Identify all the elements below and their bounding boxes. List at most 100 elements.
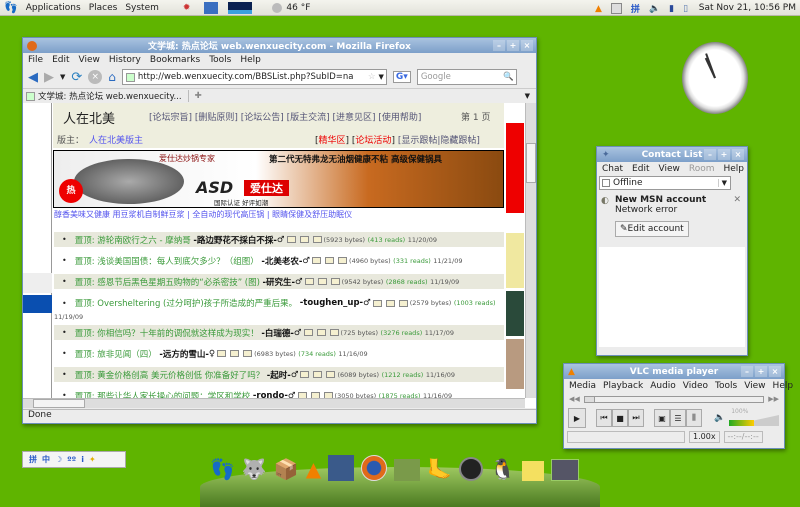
search-input[interactable]: Google 🔍 — [416, 69, 517, 85]
url-text[interactable]: http://web.wenxuecity.com/BBSList.php?Su… — [138, 72, 354, 82]
info-icon[interactable]: i — [81, 455, 84, 464]
tab-wenxuecity[interactable]: 文学城: 热点论坛 web.wenxuecity... — [26, 90, 189, 102]
maximize-button[interactable]: + — [755, 366, 767, 377]
tab-list-icon[interactable]: ▼ — [525, 92, 530, 100]
maximize-button[interactable]: + — [718, 149, 730, 160]
reload-icon[interactable]: ⟳ — [71, 70, 82, 85]
message-icon[interactable] — [299, 236, 309, 243]
ime-tray-icon[interactable]: 拼 — [631, 2, 640, 15]
vertical-scrollbar[interactable] — [525, 103, 536, 398]
user-icon[interactable] — [326, 371, 336, 378]
post-title-link[interactable]: 置顶: 你相信吗？十年前的调侃就这样成为现实！ — [75, 327, 259, 339]
close-button[interactable]: × — [732, 149, 744, 160]
ad-banner[interactable]: 热 爱仕达炒锅专家 第二代无特弗龙无油烟健康不粘 高级保健锅具 ASD 爱仕达 … — [53, 150, 504, 208]
folder-icon[interactable] — [300, 371, 310, 378]
url-dropdown-icon[interactable]: ▼ — [379, 73, 386, 81]
folder-icon[interactable] — [303, 329, 313, 336]
launcher-icon[interactable]: ✹ — [183, 3, 191, 13]
network-icon[interactable]: ▮ — [669, 4, 674, 14]
pinyin-icon[interactable]: 拼 — [29, 454, 37, 465]
selected-sidebar-item[interactable] — [23, 295, 52, 313]
slow-icon[interactable]: ◀◀ — [569, 395, 580, 403]
horizontal-scrollbar[interactable] — [23, 398, 525, 408]
menu-edit[interactable]: Edit — [52, 55, 69, 65]
minimize-button[interactable]: – — [493, 40, 505, 51]
post-author[interactable]: -北美老农- — [261, 255, 302, 267]
vlc-dock-icon[interactable]: ▲ — [306, 457, 321, 481]
play-button[interactable]: ▶ — [568, 408, 586, 428]
home-icon[interactable]: ⌂ — [108, 70, 116, 84]
new-tab-button[interactable]: ✚ — [195, 91, 202, 101]
post-author[interactable]: -白瑞德- — [261, 327, 294, 339]
previous-button[interactable]: ⏮ — [596, 409, 612, 427]
menu-view[interactable]: View — [658, 164, 679, 174]
user-icon[interactable] — [330, 278, 340, 285]
ad-links[interactable]: 醇香美味又健康 用豆浆机自制鲜豆浆 | 全自动的现代高压锅 | 眼睛保健及舒压助… — [54, 209, 352, 220]
folder-icon[interactable] — [217, 350, 227, 357]
post-author[interactable]: -研究生- — [262, 276, 295, 288]
menu-bookmarks[interactable]: Bookmarks — [150, 55, 200, 65]
menu-help[interactable]: Help — [240, 55, 261, 65]
forum-links[interactable]: [论坛宗旨] [删贴原则] [论坛公告] [版主交流] [进意见区] [使用帮助… — [149, 110, 421, 123]
url-bar[interactable]: http://web.wenxuecity.com/BBSList.php?Su… — [121, 69, 387, 85]
post-title-link[interactable]: 置顶: 旅非见闻（四） — [75, 348, 157, 360]
right-ad-column[interactable] — [505, 103, 525, 398]
menu-applications[interactable]: Applications — [26, 3, 81, 13]
moderator-link[interactable]: 人在北美版主 — [89, 133, 143, 146]
menu-video[interactable]: Video — [683, 381, 708, 391]
maximize-button[interactable]: + — [507, 40, 519, 51]
firefox-dock-icon[interactable] — [361, 455, 388, 481]
edit-account-button[interactable]: ✎Edit account — [615, 221, 689, 237]
moon-icon[interactable]: ☽ — [55, 455, 62, 464]
music-player-icon[interactable] — [459, 457, 484, 481]
volume-slider[interactable]: 100% — [729, 408, 780, 426]
user-icon[interactable] — [329, 329, 339, 336]
message-icon[interactable] — [316, 329, 326, 336]
fast-icon[interactable]: ▶▶ — [768, 395, 779, 403]
gimp-icon[interactable]: 🐺 — [242, 457, 267, 481]
notes-icon[interactable] — [204, 1, 219, 14]
close-button[interactable]: × — [521, 40, 533, 51]
back-icon[interactable]: ◀ — [28, 70, 38, 85]
user-icon[interactable] — [398, 299, 408, 307]
menu-view[interactable]: View — [79, 55, 100, 65]
menu-edit[interactable]: Edit — [632, 164, 649, 174]
forward-icon[interactable]: ▶ — [44, 70, 54, 85]
menu-tools[interactable]: Tools — [209, 55, 231, 65]
minimize-button[interactable]: – — [704, 149, 716, 160]
post-author[interactable]: -路边野花不採白不採- — [193, 234, 277, 246]
menu-media[interactable]: Media — [569, 381, 596, 391]
message-icon[interactable] — [313, 371, 323, 378]
post-author[interactable]: -toughen_up- — [300, 298, 363, 308]
featured-link[interactable]: 精华区 — [319, 136, 346, 146]
next-button[interactable]: ⏭ — [628, 409, 644, 427]
stop-button[interactable]: ■ — [612, 409, 628, 427]
message-icon[interactable] — [385, 299, 395, 307]
activity-link[interactable]: 论坛活动 — [355, 136, 391, 146]
menu-help[interactable]: Help — [723, 164, 744, 174]
folder-icon[interactable] — [312, 257, 322, 264]
post-title-link[interactable]: 置顶: 游轮南欧行之六 - 摩纳哥 — [75, 234, 191, 246]
message-icon[interactable] — [230, 350, 240, 357]
post-title-link[interactable]: 置顶: 浅谈美国国债：每人到底欠多少？（组图） — [75, 255, 259, 267]
menu-playback[interactable]: Playback — [603, 381, 643, 391]
seek-slider[interactable] — [583, 395, 765, 403]
buddy-list[interactable] — [599, 247, 745, 347]
bookmark-star-icon[interactable]: ☆ — [368, 72, 376, 82]
image-viewer-icon[interactable] — [394, 459, 421, 481]
message-icon[interactable] — [325, 257, 335, 264]
workspace-switcher-icon[interactable] — [550, 459, 579, 481]
vlc-tray-icon[interactable]: ▲ — [595, 4, 602, 14]
menu-chat[interactable]: Chat — [602, 164, 623, 174]
time-label[interactable]: --:--/--:-- — [723, 431, 763, 443]
punctuation-icon[interactable]: ºº — [67, 455, 76, 464]
tomboy-icon[interactable] — [521, 461, 544, 481]
post-author[interactable]: -起时- — [267, 369, 291, 381]
post-author[interactable]: -远方的雪山- — [159, 348, 209, 360]
post-title-link[interactable]: 置顶: Oversheltering (过分呵护)孩子所造成的严重后果。 — [75, 297, 297, 309]
volume-icon[interactable]: 🔈 — [649, 4, 660, 14]
chinese-mode-icon[interactable]: 中 — [42, 454, 50, 465]
status-select[interactable]: Offline ▼ — [599, 176, 731, 190]
close-button[interactable]: × — [769, 366, 781, 377]
speed-label[interactable]: 1.00x — [689, 431, 720, 443]
